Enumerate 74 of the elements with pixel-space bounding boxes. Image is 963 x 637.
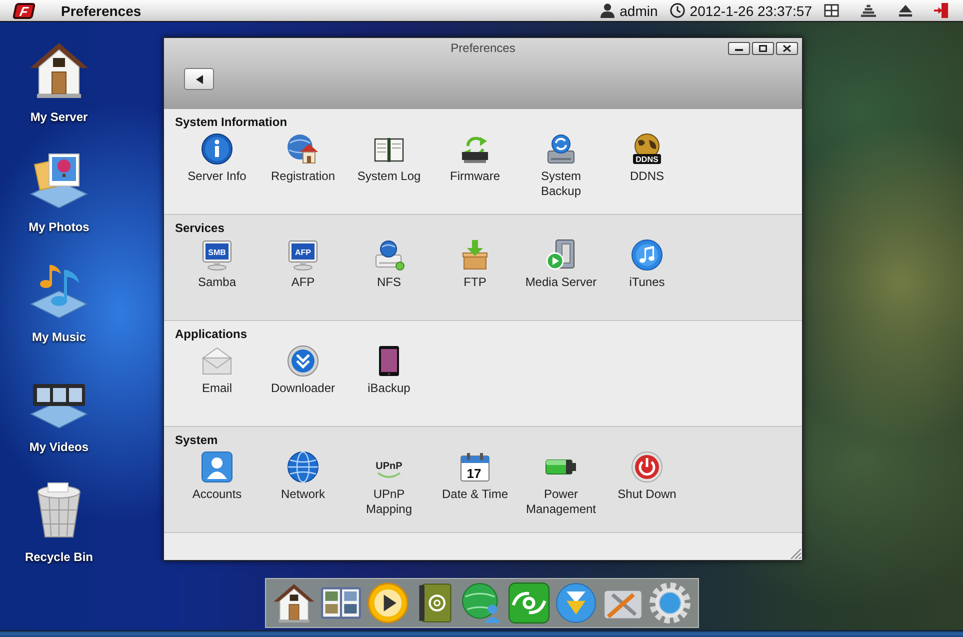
grid-button[interactable] — [824, 3, 839, 18]
play-icon — [367, 582, 409, 624]
preference-item[interactable]: 17 Date & Time — [432, 451, 518, 517]
preference-item[interactable]: iBackup — [346, 345, 432, 396]
download-icon — [287, 345, 319, 377]
preference-item[interactable]: FTP — [432, 239, 518, 290]
drive-sync-icon — [545, 133, 577, 165]
maximize-button[interactable] — [752, 42, 774, 54]
section-title: System Information — [175, 115, 288, 129]
dock-button[interactable] — [367, 582, 409, 624]
preference-item[interactable]: iTunes — [604, 239, 690, 290]
power-icon — [631, 451, 663, 483]
connection-icon — [508, 582, 550, 624]
dock-button[interactable] — [273, 582, 315, 624]
desktop-shortcut[interactable]: My Videos — [7, 370, 111, 454]
desktop-shortcut[interactable]: My Server — [7, 40, 111, 124]
preference-item[interactable]: SMB Samba — [174, 239, 260, 290]
preference-item[interactable]: NFS — [346, 239, 432, 290]
back-button[interactable] — [184, 68, 214, 90]
settings-icon — [649, 582, 691, 624]
stack-icon — [861, 3, 876, 18]
preference-item[interactable]: System Log — [346, 133, 432, 199]
music-note-icon — [631, 239, 663, 271]
preference-item[interactable]: Server Info — [174, 133, 260, 199]
preference-item[interactable]: Shut Down — [604, 451, 690, 517]
section-title: Applications — [175, 327, 248, 341]
desktop-shortcut[interactable]: Recycle Bin — [7, 480, 111, 564]
section-title: Services — [175, 221, 226, 235]
globe-icon — [287, 451, 319, 483]
maximize-icon — [759, 44, 767, 52]
preference-item[interactable]: Downloader — [260, 345, 346, 396]
minimize-button[interactable] — [728, 42, 750, 54]
left-triangle-icon — [196, 74, 202, 84]
close-icon — [783, 44, 791, 52]
preference-item[interactable]: Email — [174, 345, 260, 396]
stack-button[interactable] — [861, 3, 876, 18]
user-icon — [201, 451, 233, 483]
dock-button[interactable] — [508, 582, 550, 624]
app-title: Preferences — [61, 2, 142, 18]
preference-item[interactable]: System Backup — [518, 133, 604, 199]
user-icon — [600, 3, 615, 18]
username: admin — [620, 2, 658, 18]
drive-globe-icon — [373, 239, 405, 271]
preference-item[interactable]: Network — [260, 451, 346, 517]
globe-user-icon — [461, 582, 503, 624]
resize-grip-icon[interactable] — [790, 548, 801, 559]
preference-item[interactable]: AFP AFP — [260, 239, 346, 290]
grid-icon — [824, 3, 839, 18]
preference-item[interactable]: Registration — [260, 133, 346, 199]
globe-house-icon — [287, 133, 319, 165]
clock-time: 2012-1-26 23:37:57 — [690, 2, 812, 18]
window-title: Preferences — [450, 41, 516, 55]
eject-button[interactable] — [898, 3, 913, 18]
download-icon — [555, 582, 597, 624]
close-button[interactable] — [776, 42, 798, 54]
house-icon — [273, 582, 315, 624]
clock-icon — [670, 3, 685, 18]
preference-item[interactable]: Firmware — [432, 133, 518, 199]
app-logo: F — [12, 2, 36, 18]
preference-item[interactable]: Accounts — [174, 451, 260, 517]
desktop-shortcut[interactable]: My Music — [7, 260, 111, 344]
preference-item[interactable]: Power Management — [518, 451, 604, 517]
info-icon — [201, 133, 233, 165]
preference-item[interactable]: DDNS DDNS — [604, 133, 690, 199]
preference-item[interactable]: Media Server — [518, 239, 604, 290]
house-icon — [29, 40, 89, 100]
exit-button[interactable] — [934, 3, 949, 18]
eject-icon — [898, 3, 913, 18]
section-title: System — [175, 433, 219, 447]
envelope-icon — [201, 345, 233, 377]
exit-icon — [934, 3, 949, 18]
desktop-shortcut[interactable]: My Photos — [7, 150, 111, 234]
server-play-icon — [545, 239, 577, 271]
preference-item[interactable]: UPnP UPnP Mapping — [346, 451, 432, 517]
